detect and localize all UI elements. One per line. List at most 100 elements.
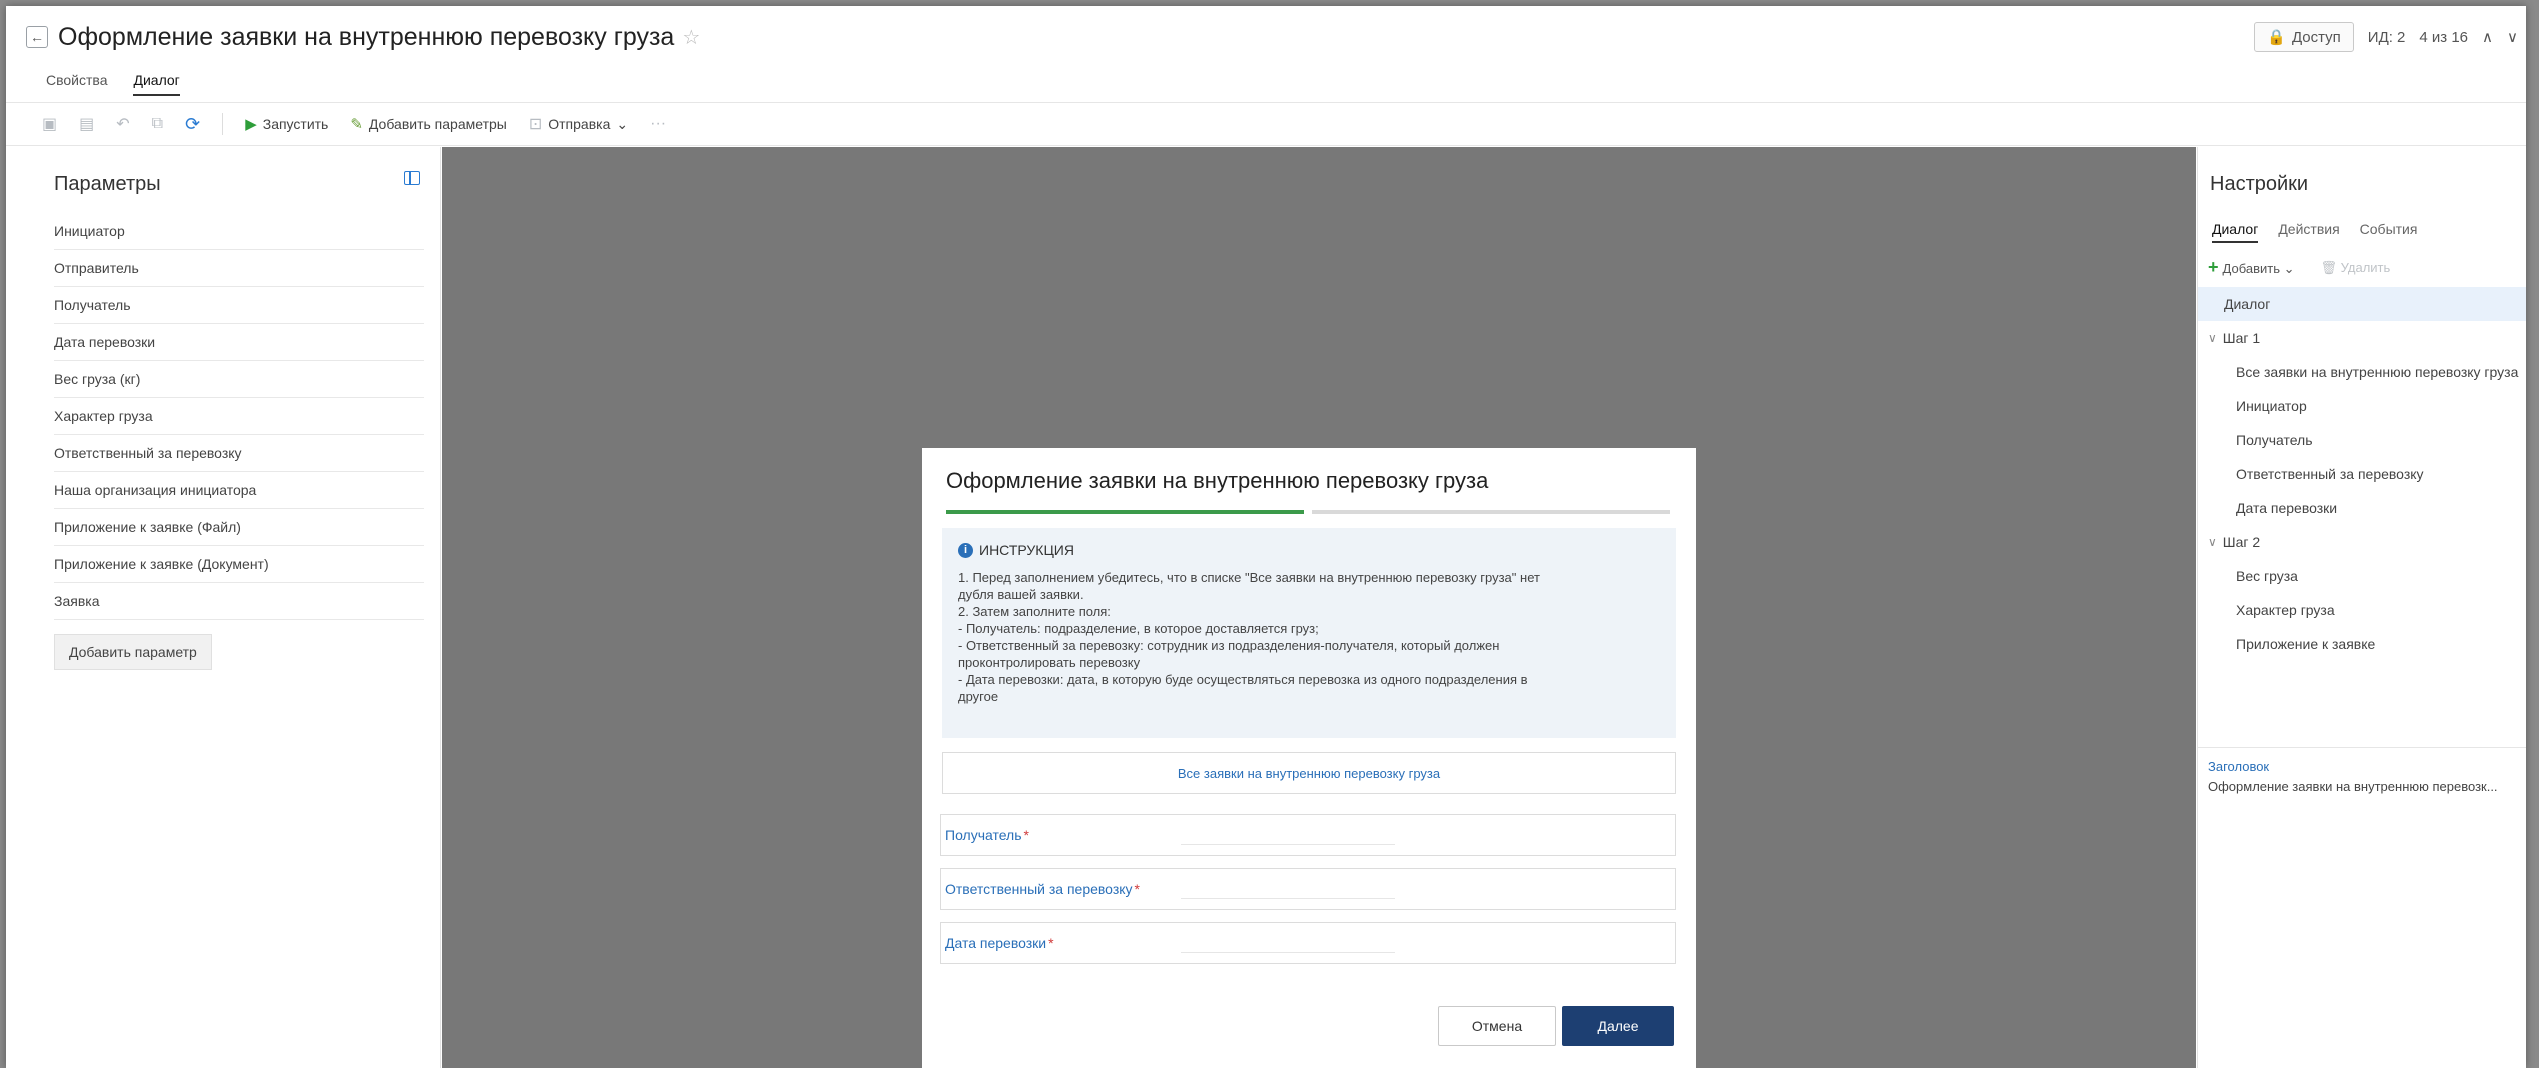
save-close-icon[interactable]: ▤	[79, 114, 94, 134]
parameter-item[interactable]: Ответственный за перевозку	[54, 435, 424, 472]
tab-dialog[interactable]: Диалог	[133, 72, 180, 96]
copy-icon[interactable]: ⧉	[152, 115, 163, 133]
settings-panel: Настройки Диалог Действия События + Добав…	[2197, 147, 2526, 1068]
trash-icon: 🗑	[2320, 259, 2338, 275]
undo-icon[interactable]: ↶	[116, 114, 129, 134]
required-marker: *	[1048, 935, 1054, 951]
parameter-item[interactable]: Наша организация инициатора	[54, 472, 424, 509]
recipient-field[interactable]: Получатель *	[940, 814, 1676, 856]
tree-group-step-1[interactable]: ∨ Шаг 1	[2198, 321, 2526, 355]
instruction-line: 2. Затем заполните поля:	[958, 604, 1111, 619]
tree-group-label: Шаг 1	[2222, 330, 2261, 346]
run-button[interactable]: ▶ Запустить	[245, 115, 328, 133]
parameter-item[interactable]: Заявка	[54, 583, 424, 620]
chevron-down-icon[interactable]: ∨	[2507, 28, 2518, 46]
add-label: Добавить	[2222, 261, 2280, 276]
delete-label: Удалить	[2340, 259, 2391, 275]
add-params-icon: ✎	[350, 116, 363, 133]
step-progress	[946, 510, 1670, 514]
chevron-down-icon: ⌄	[2283, 261, 2295, 276]
next-button[interactable]: Далее	[1562, 1006, 1674, 1046]
instruction-line: другое	[958, 689, 999, 704]
property-value-input[interactable]: Оформление заявки на внутреннюю перевозк…	[2208, 779, 2498, 794]
send-icon: ⊡	[528, 116, 543, 133]
add-dropdown[interactable]: + Добавить ⌄	[2208, 257, 2295, 278]
tree-item[interactable]: Все заявки на внутреннюю перевозку груза	[2198, 355, 2526, 389]
property-label: Заголовок	[2208, 759, 2270, 774]
parameter-item[interactable]: Инициатор	[54, 213, 424, 250]
add-parameter-button[interactable]: Добавить параметр	[54, 634, 212, 670]
header-actions: 🔒 Доступ ИД: 2 4 из 16 ∧ ∨	[2254, 22, 2518, 52]
app-window: ← Оформление заявки на внутреннюю перево…	[6, 6, 2526, 1068]
add-params-button[interactable]: ✎ Добавить параметры	[350, 115, 507, 133]
chevron-down-icon: ∨	[2208, 331, 2217, 345]
tree-item[interactable]: Получатель	[2198, 423, 2526, 457]
instruction-line: - Ответственный за перевозку: сотрудник …	[958, 638, 1500, 653]
access-label: Доступ	[2291, 28, 2341, 46]
run-label: Запустить	[262, 116, 329, 132]
parameter-item[interactable]: Получатель	[54, 287, 424, 324]
play-icon: ▶	[245, 116, 257, 133]
tree-group-step-2[interactable]: ∨ Шаг 2	[2198, 525, 2526, 559]
chevron-down-icon: ∨	[2208, 535, 2217, 549]
tree-item[interactable]: Дата перевозки	[2198, 491, 2526, 525]
field-label: Ответственный за перевозку	[945, 881, 1133, 897]
refresh-icon[interactable]: ⟳	[185, 114, 200, 135]
back-arrow-icon[interactable]: ←	[26, 26, 48, 48]
responsible-field[interactable]: Ответственный за перевозку *	[940, 868, 1676, 910]
info-icon: i	[958, 543, 973, 558]
progress-step-1	[946, 510, 1304, 514]
add-params-label: Добавить параметры	[368, 116, 507, 132]
divider	[2198, 747, 2526, 748]
field-underline	[1181, 898, 1395, 899]
field-label: Получатель	[945, 827, 1022, 843]
tab-actions[interactable]: Действия	[2278, 221, 2339, 243]
more-icon[interactable]: ···	[650, 115, 666, 133]
all-requests-link[interactable]: Все заявки на внутреннюю перевозку груза	[942, 752, 1676, 794]
instruction-box: i ИНСТРУКЦИЯ 1. Перед заполнением убедит…	[942, 528, 1676, 738]
parameter-item[interactable]: Приложение к заявке (Файл)	[54, 509, 424, 546]
instruction-header: i ИНСТРУКЦИЯ	[958, 542, 1660, 559]
send-dropdown[interactable]: ⊡ Отправка ⌄	[529, 114, 628, 134]
cancel-button[interactable]: Отмена	[1438, 1006, 1556, 1046]
delete-button[interactable]: 🗑 Удалить	[2321, 260, 2391, 276]
save-icon[interactable]: ▣	[42, 114, 57, 134]
instruction-line: - Дата перевозки: дата, в которую буде о…	[958, 672, 1528, 687]
page-title: Оформление заявки на внутреннюю перевозк…	[58, 22, 675, 51]
parameter-item[interactable]: Дата перевозки	[54, 324, 424, 361]
toolbar: ▣ ▤ ↶ ⧉ ⟳ ▶ Запустить ✎ Добавить парамет…	[6, 102, 2526, 146]
dialog-tree: Диалог ∨ Шаг 1 Все заявки на внутреннюю п…	[2198, 287, 2526, 661]
tree-item-dialog[interactable]: Диалог	[2198, 287, 2526, 321]
tab-events[interactable]: События	[2360, 221, 2418, 243]
pager-label: 4 из 16	[2419, 28, 2469, 46]
instruction-line: дубля вашей заявки.	[958, 587, 1084, 602]
tab-properties[interactable]: Свойства	[46, 72, 107, 96]
parameter-item[interactable]: Характер груза	[54, 398, 424, 435]
tree-item[interactable]: Приложение к заявке	[2198, 627, 2526, 661]
instruction-title: ИНСТРУКЦИЯ	[979, 542, 1074, 558]
chevron-down-icon: ⌄	[616, 115, 629, 132]
access-button[interactable]: 🔒 Доступ	[2254, 22, 2354, 52]
tree-item[interactable]: Ответственный за перевозку	[2198, 457, 2526, 491]
parameter-item[interactable]: Отправитель	[54, 250, 424, 287]
field-underline	[1181, 952, 1395, 953]
tree-item[interactable]: Инициатор	[2198, 389, 2526, 423]
main-tabs: Свойства Диалог	[46, 72, 180, 96]
lock-icon: 🔒	[2267, 29, 2286, 46]
parameters-panel: Параметры Инициатор Отправитель Получате…	[6, 147, 441, 1068]
id-label: ИД: 2	[2367, 28, 2406, 46]
parameter-item[interactable]: Приложение к заявке (Документ)	[54, 546, 424, 583]
instruction-line: 1. Перед заполнением убедитесь, что в сп…	[958, 570, 1540, 585]
tree-item[interactable]: Характер груза	[2198, 593, 2526, 627]
settings-tabs: Диалог Действия События	[2212, 221, 2417, 243]
tab-dialog-settings[interactable]: Диалог	[2212, 221, 2259, 243]
parameter-item[interactable]: Вес груза (кг)	[54, 361, 424, 398]
tree-item[interactable]: Вес груза	[2198, 559, 2526, 593]
field-underline	[1181, 844, 1395, 845]
transport-date-field[interactable]: Дата перевозки *	[940, 922, 1676, 964]
settings-toolbar: + Добавить ⌄ 🗑 Удалить	[2208, 257, 2390, 278]
chevron-up-icon[interactable]: ∧	[2482, 28, 2493, 46]
star-icon[interactable]: ☆	[682, 25, 700, 50]
plus-icon: +	[2208, 257, 2219, 277]
panel-collapse-icon[interactable]	[404, 171, 420, 185]
